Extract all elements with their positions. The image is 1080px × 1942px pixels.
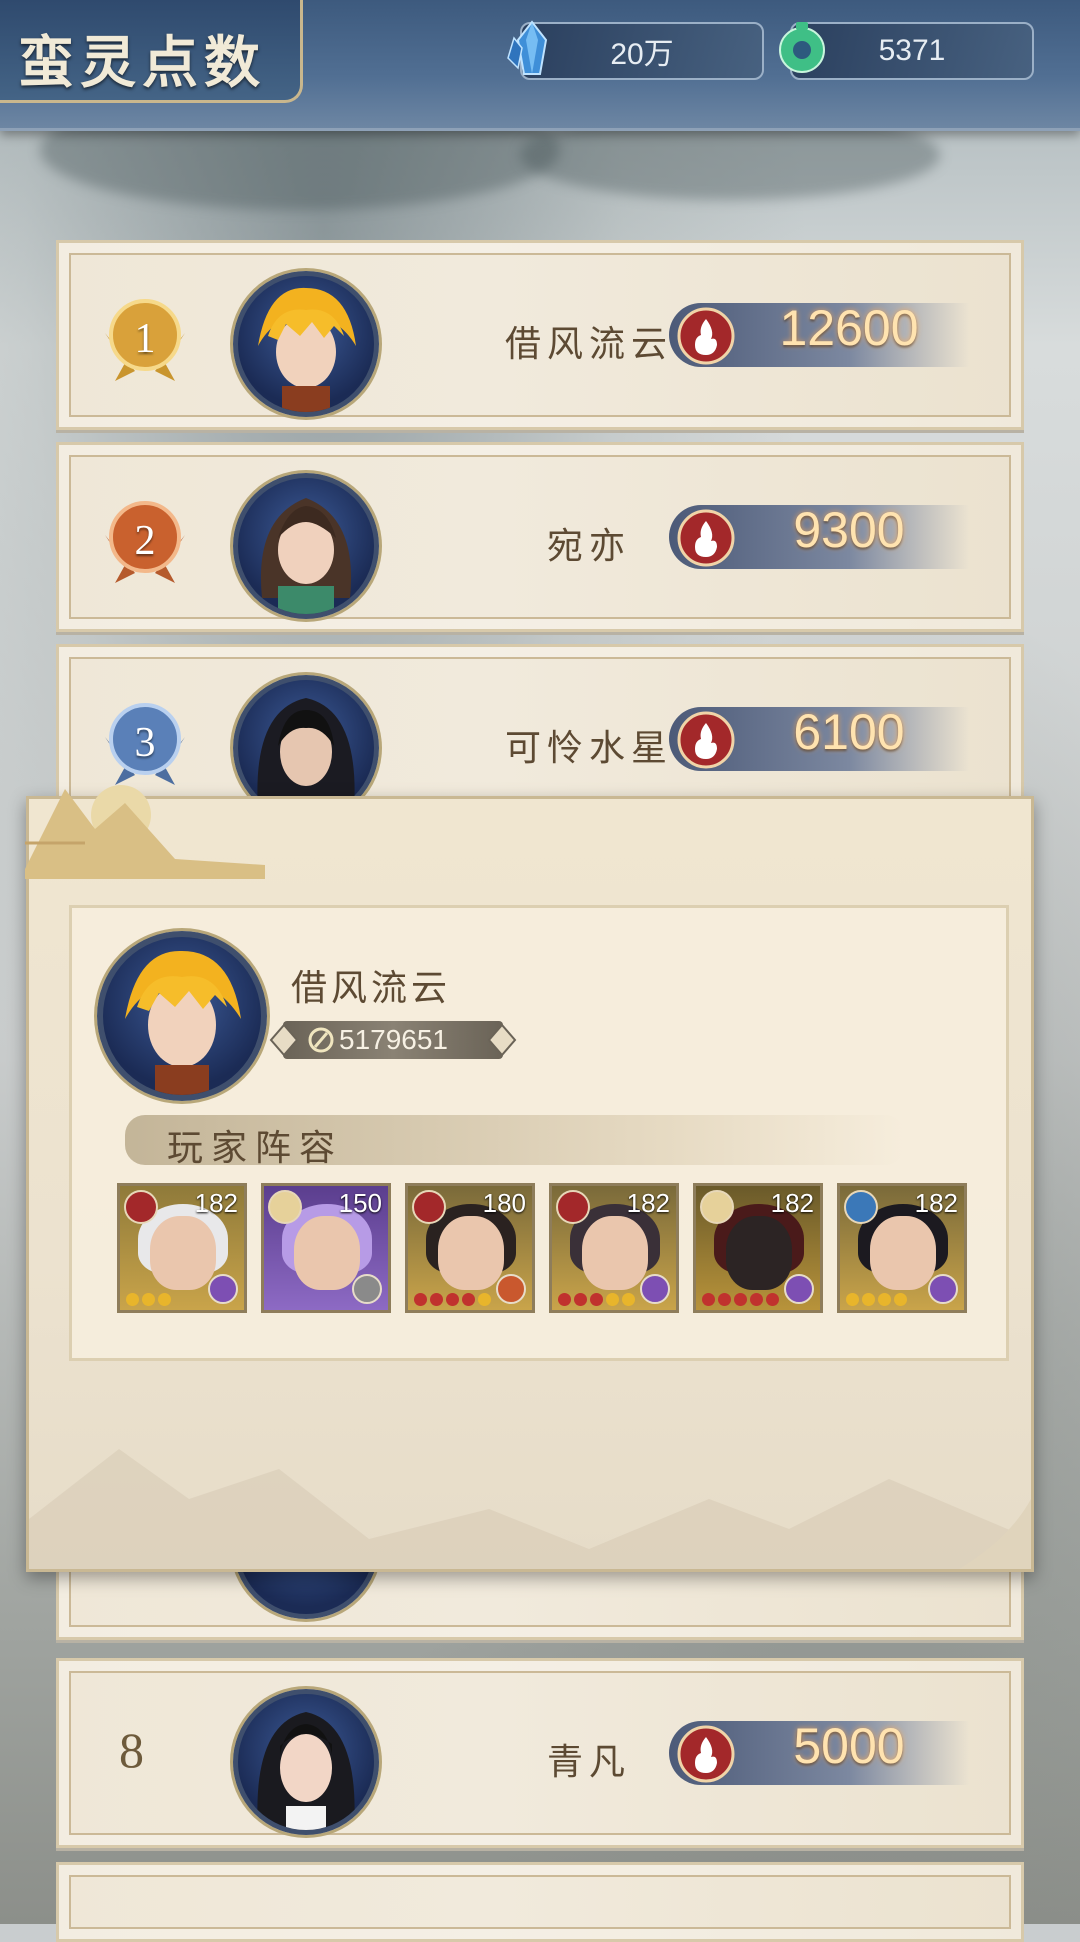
page-title: 蛮灵点数 xyxy=(18,30,266,96)
player-avatar xyxy=(97,931,267,1101)
class-icon xyxy=(352,1274,382,1304)
class-icon xyxy=(496,1274,526,1304)
hero-face xyxy=(870,1216,936,1290)
hero-stars xyxy=(414,1293,491,1306)
crystal-resource[interactable]: 20万 xyxy=(507,20,764,80)
hero-face xyxy=(726,1216,792,1290)
jade-value: 5371 xyxy=(878,34,946,67)
crystal-icon xyxy=(507,20,548,75)
ranking-row[interactable]: 2 宛亦 9300 xyxy=(56,442,1024,632)
hero-card[interactable]: 150 xyxy=(261,1183,391,1313)
jade-resource[interactable]: 5371 xyxy=(779,22,1034,80)
hero-level: 182 xyxy=(626,1188,670,1218)
hero-face xyxy=(438,1216,504,1290)
score-value: 9300 xyxy=(793,502,905,558)
score-value: 6100 xyxy=(793,704,905,760)
light-element-icon xyxy=(268,1190,302,1224)
lineup-title: 玩家阵容 xyxy=(167,1128,344,1169)
hero-card[interactable]: 180 xyxy=(405,1183,535,1313)
hero-card[interactable]: 182 xyxy=(117,1183,247,1313)
class-icon xyxy=(784,1274,814,1304)
ranking-row[interactable]: 8 青凡 5000 xyxy=(56,1658,1024,1848)
hero-level: 182 xyxy=(914,1188,958,1218)
diamond-ornament-icon xyxy=(269,1023,299,1057)
crystal-value: 20万 xyxy=(610,38,674,71)
avatar[interactable] xyxy=(233,1689,379,1835)
jade-coin-icon xyxy=(779,22,825,73)
diamond-ornament-icon xyxy=(487,1023,517,1057)
ranking-row[interactable]: 1 借风流云 12600 xyxy=(56,240,1024,430)
mountain-decoration xyxy=(29,1449,1031,1569)
fire-icon xyxy=(677,711,735,769)
avatar[interactable] xyxy=(233,473,379,619)
power-value: 5179651 xyxy=(339,1024,449,1055)
hero-face xyxy=(150,1216,216,1290)
light-element-icon xyxy=(700,1190,734,1224)
hero-face xyxy=(582,1216,648,1290)
fire-icon xyxy=(677,307,735,365)
class-icon xyxy=(640,1274,670,1304)
player-detail-popup[interactable]: 借风流云 5179651 玩家阵容 182 150 180 182 182 18… xyxy=(25,785,1034,1572)
fire-element-icon xyxy=(124,1190,158,1224)
hero-card[interactable]: 182 xyxy=(693,1183,823,1313)
hero-stars xyxy=(702,1293,779,1306)
mountain-sun-decoration xyxy=(25,785,265,879)
class-icon xyxy=(928,1274,958,1304)
top-header: 蛮灵点数 20万 5371 xyxy=(0,0,1080,131)
wind-element-icon xyxy=(844,1190,878,1224)
rank-number: 1 xyxy=(134,316,156,362)
hero-level: 180 xyxy=(482,1188,526,1218)
hero-face xyxy=(294,1216,360,1290)
rank-number: 8 xyxy=(119,1722,144,1778)
hero-stars xyxy=(126,1293,171,1306)
power-icon xyxy=(308,1027,334,1053)
fire-icon xyxy=(677,1725,735,1783)
combat-power: 5179651 xyxy=(269,1021,517,1059)
hero-level: 182 xyxy=(194,1188,238,1218)
hero-level: 182 xyxy=(770,1188,814,1218)
hero-stars xyxy=(558,1293,635,1306)
fire-element-icon xyxy=(556,1190,590,1224)
hero-lineup: 182 150 180 182 182 182 xyxy=(117,1183,967,1313)
hero-card[interactable]: 182 xyxy=(837,1183,967,1313)
hero-level: 150 xyxy=(338,1188,382,1218)
fire-element-icon xyxy=(412,1190,446,1224)
popup-player-name: 借风流云 xyxy=(291,968,452,1009)
class-icon xyxy=(208,1274,238,1304)
hero-card[interactable]: 182 xyxy=(549,1183,679,1313)
score-value: 12600 xyxy=(779,300,919,356)
score-value: 5000 xyxy=(793,1718,905,1774)
rank-number: 2 xyxy=(134,518,156,564)
hero-stars xyxy=(846,1293,907,1306)
avatar[interactable] xyxy=(233,271,379,417)
ranking-row[interactable] xyxy=(56,1862,1024,1942)
fire-icon xyxy=(677,509,735,567)
